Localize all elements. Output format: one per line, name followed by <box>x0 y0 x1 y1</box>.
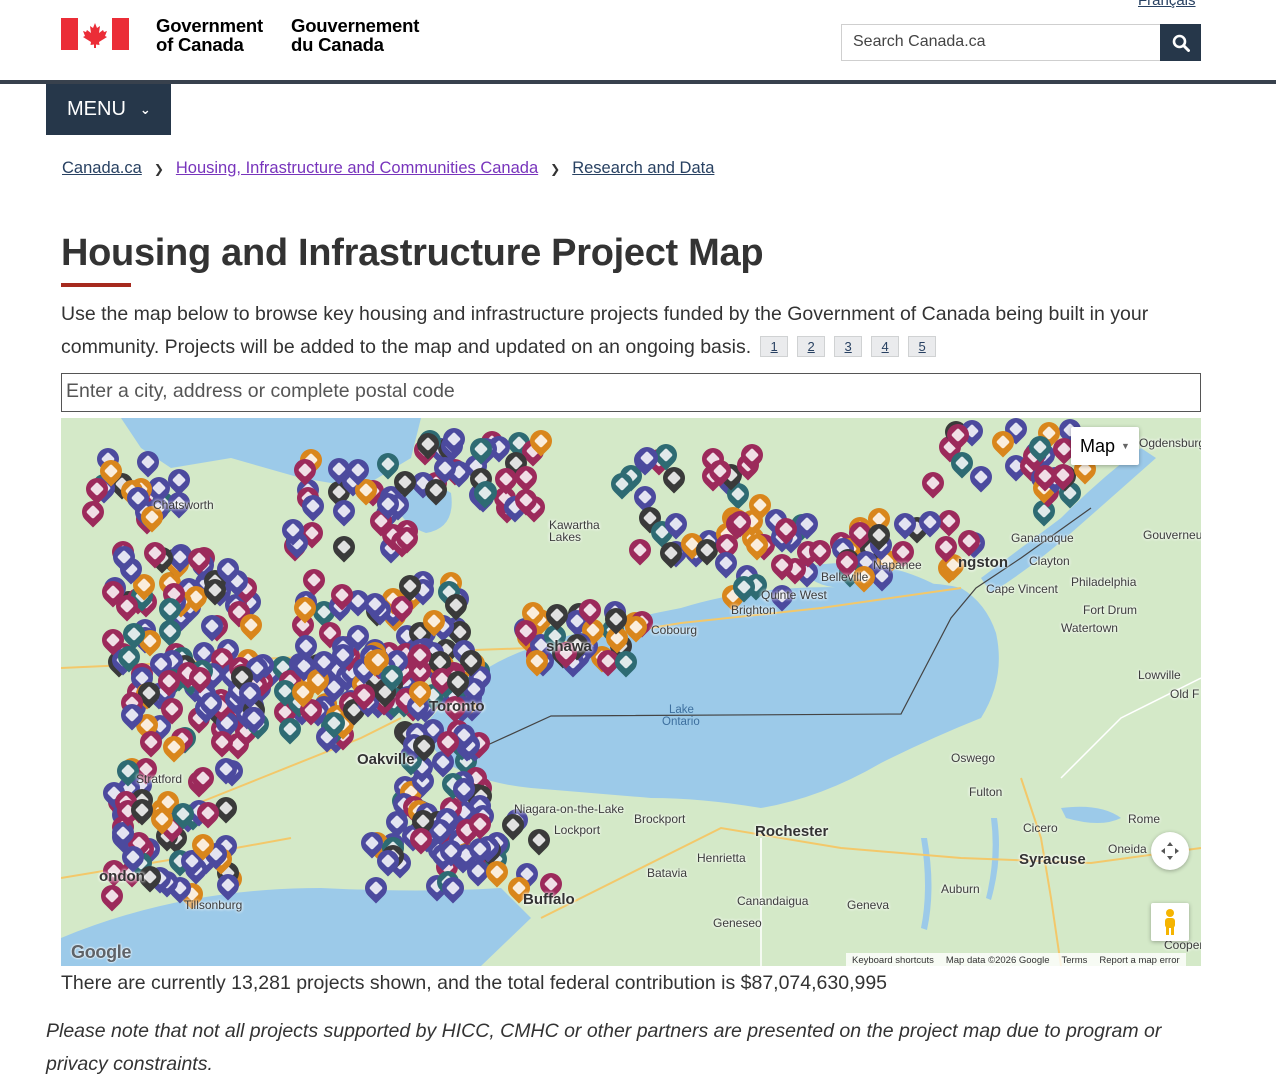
location-search-input[interactable]: Enter a city, address or complete postal… <box>61 373 1201 412</box>
chevron-right-icon: ❯ <box>550 161 561 176</box>
site-search-input[interactable]: Search Canada.ca <box>841 24 1161 61</box>
footnote-link-4[interactable]: 4 <box>871 336 900 357</box>
map-label-oswego: Oswego <box>951 751 996 765</box>
move-arrows-icon <box>1161 842 1179 860</box>
breadcrumb-hicc[interactable]: Housing, Infrastructure and Communities … <box>176 159 538 178</box>
wordmark-fr-line2: du Canada <box>291 34 384 55</box>
canada-flag-logo <box>61 18 129 50</box>
projects-summary: There are currently 13,281 projects show… <box>61 972 888 994</box>
pegman-icon <box>1165 909 1175 935</box>
map-label-lowville: Lowville <box>1138 668 1181 682</box>
street-view-pegman-button[interactable] <box>1151 903 1189 941</box>
dropdown-caret-icon: ▼ <box>1121 441 1130 451</box>
map-label-quinte-west: Quinte West <box>761 588 827 602</box>
footnote-link-2[interactable]: 2 <box>797 336 826 357</box>
map-label-ogdensburg: Ogdensburg <box>1139 436 1201 450</box>
footnote-link-3[interactable]: 3 <box>834 336 863 357</box>
map-label-ontario: Ontario <box>662 716 700 728</box>
map-label-rome: Rome <box>1128 812 1161 826</box>
terms-link[interactable]: Terms <box>1062 955 1088 966</box>
map-label-niagara-on-the-lake: Niagara-on-the-Lake <box>514 802 625 816</box>
wordmark-en-line2: of Canada <box>156 34 244 55</box>
map-label-stratford: Stratford <box>136 772 183 786</box>
search-button[interactable] <box>1160 24 1201 61</box>
map-label-geneva: Geneva <box>847 898 890 912</box>
map-label-kingston: ngston <box>958 554 1008 571</box>
map-label-belleville: Belleville <box>821 570 869 584</box>
map-label-geneseo: Geneseo <box>713 916 762 930</box>
map-label-oneida: Oneida <box>1108 842 1147 856</box>
map-label-chatsworth: Chatsworth <box>153 498 214 512</box>
map-label-brockport: Brockport <box>634 812 686 826</box>
intro-paragraph: Use the map below to browse key housing … <box>61 298 1201 364</box>
map-type-button[interactable]: Map ▼ <box>1071 427 1139 465</box>
map-label-old-f: Old F <box>1170 687 1200 701</box>
breadcrumb: Canada.ca ❯ Housing, Infrastructure and … <box>62 159 714 178</box>
map-label-london: ondon <box>99 868 145 885</box>
map-label-oakville: Oakville <box>357 751 415 768</box>
gouvernement-du-canada-wordmark: Gouvernement du Canada <box>291 16 419 54</box>
intro-text: Use the map below to browse key housing … <box>61 303 1149 358</box>
map-label-clayton: Clayton <box>1029 554 1070 568</box>
project-map[interactable]: Toronto Oakville Rochester Buffalo Syrac… <box>61 418 1201 966</box>
map-attribution-bar: Keyboard shortcuts Map data ©2026 Google… <box>846 953 1186 966</box>
map-label-cicero: Cicero <box>1023 821 1058 835</box>
breadcrumb-canada-ca[interactable]: Canada.ca <box>62 159 142 178</box>
map-label-oshawa: shawa <box>546 638 592 655</box>
title-underline <box>61 283 131 287</box>
main-menu-button[interactable]: MENU ⌄ <box>46 84 171 135</box>
government-of-canada-wordmark: Government of Canada <box>156 16 263 54</box>
camera-control-button[interactable] <box>1151 832 1189 870</box>
report-map-error-link[interactable]: Report a map error <box>1099 955 1179 966</box>
map-label-tillsonburg: Tillsonburg <box>184 898 243 912</box>
map-label-syracuse: Syracuse <box>1019 851 1086 868</box>
map-label-cape-vincent: Cape Vincent <box>986 582 1058 596</box>
breadcrumb-research-data[interactable]: Research and Data <box>572 159 714 178</box>
map-label-batavia: Batavia <box>647 866 688 880</box>
map-label-buffalo: Buffalo <box>523 891 575 908</box>
privacy-note: Please note that not all projects suppor… <box>46 1020 1162 1075</box>
page-title: Housing and Infrastructure Project Map <box>61 232 764 274</box>
map-label-canandaigua: Canandaigua <box>737 894 809 908</box>
map-label-napanee: Napanee <box>873 558 922 572</box>
header-divider <box>0 80 1276 84</box>
map-label-fort-drum: Fort Drum <box>1083 603 1137 617</box>
map-label-fulton: Fulton <box>969 785 1003 799</box>
footnote-link-1[interactable]: 1 <box>760 336 789 357</box>
footnote-link-5[interactable]: 5 <box>908 336 937 357</box>
keyboard-shortcuts-link[interactable]: Keyboard shortcuts <box>852 955 934 966</box>
google-logo: Google <box>71 942 132 962</box>
map-label-lockport: Lockport <box>554 823 601 837</box>
wordmark-fr-line1: Gouvernement <box>291 15 420 36</box>
map-label-henrietta: Henrietta <box>697 851 746 865</box>
map-label-gananoque: Gananoque <box>1011 531 1074 545</box>
map-label-philadelphia: Philadelphia <box>1071 575 1137 589</box>
chevron-right-icon: ❯ <box>153 161 164 176</box>
map-label-rochester: Rochester <box>755 823 829 840</box>
menu-label: MENU <box>67 98 126 120</box>
map-label-brighton: Brighton <box>731 603 776 617</box>
wordmark-en-line1: Government <box>156 15 263 36</box>
map-label-cobourg: Cobourg <box>651 623 698 637</box>
search-icon <box>1172 34 1190 52</box>
chevron-down-icon: ⌄ <box>139 101 151 117</box>
language-toggle-link[interactable]: Français <box>1138 0 1196 9</box>
map-label-toronto: Toronto <box>429 698 485 715</box>
map-data-credit: Map data ©2026 Google <box>945 954 1050 966</box>
map-type-label: Map <box>1080 435 1116 456</box>
map-label-kawartha-lakes: Lakes <box>549 530 582 544</box>
map-label-gouverneur: Gouverneur <box>1143 528 1201 542</box>
map-label-lake: Lake <box>669 704 694 716</box>
map-label-watertown: Watertown <box>1061 621 1118 635</box>
map-label-auburn: Auburn <box>941 882 980 896</box>
